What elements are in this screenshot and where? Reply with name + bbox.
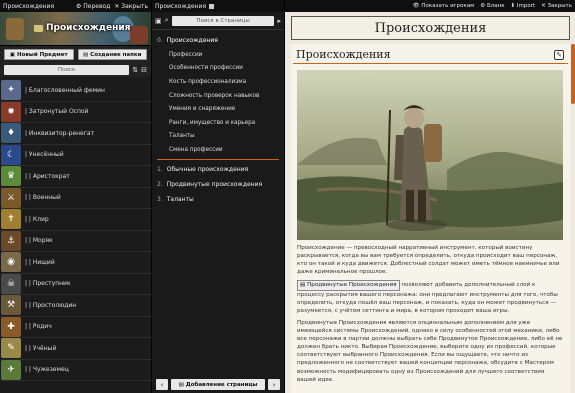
list-item[interactable]: ✹ | Затронутый Оспой bbox=[0, 101, 152, 123]
toc-subsection[interactable]: Кость профессионализма bbox=[157, 75, 279, 89]
toc-title: Происхождения bbox=[155, 2, 207, 10]
page-header: 👁 Показать игрокам ⚙ Бланк ⬇ Import ✕ За… bbox=[285, 0, 575, 12]
list-item[interactable]: ✈ | | Чужеземец bbox=[0, 359, 152, 381]
toc-header: Происхождения bbox=[152, 0, 284, 12]
banner-art bbox=[130, 26, 148, 44]
page-title[interactable]: Происхождения bbox=[291, 16, 570, 40]
list-item[interactable]: ♦ | Инквизитор-ренегат bbox=[0, 123, 152, 145]
illustration bbox=[297, 70, 563, 240]
close-button[interactable]: ✕ Закрыть bbox=[541, 3, 572, 9]
banner-title: Происхождения bbox=[34, 23, 130, 33]
list-item[interactable]: ☾ | Унесённый bbox=[0, 144, 152, 166]
item-thumbnail: ♦ bbox=[1, 123, 21, 144]
journal-page: 👁 Показать игрокам ⚙ Бланк ⬇ Import ✕ За… bbox=[285, 0, 575, 393]
toc-footer: ‹ ▤ Добавление страницы › bbox=[156, 379, 280, 390]
page-icon: ▤ bbox=[178, 381, 184, 388]
list-item[interactable]: ⚒ | | Простолюдин bbox=[0, 295, 152, 317]
paragraph: ▤ Продвинутые Происхождения позволяют до… bbox=[297, 280, 558, 314]
item-thumbnail: ♛ bbox=[1, 166, 21, 187]
app-root: Происхождения ⚙ Перевод ✕ Закрыть Происх… bbox=[0, 0, 575, 393]
journal-toc-panel: Происхождения ▣ ⌕ Поиск в Страницы ▸ 0. … bbox=[152, 0, 285, 393]
item-thumbnail: ✝ bbox=[1, 209, 21, 230]
sort-icon[interactable]: ⇅ bbox=[132, 66, 138, 74]
list-item[interactable]: ☠ | | Преступник bbox=[0, 273, 152, 295]
window-icon bbox=[209, 3, 215, 9]
toc-section[interactable]: 3. Таланты bbox=[157, 192, 279, 207]
sidebar-actions: ▣ Новый Предмет ▤ Создание папки bbox=[0, 46, 151, 63]
expand-icon[interactable]: ▸ bbox=[277, 17, 281, 25]
item-thumbnail: ✦ bbox=[1, 80, 21, 101]
list-item[interactable]: ✝ | | Клир bbox=[0, 209, 152, 231]
item-thumbnail: ⚔ bbox=[1, 187, 21, 208]
item-thumbnail: ☠ bbox=[1, 273, 21, 294]
toc-subsection[interactable]: Особенности профессии bbox=[157, 62, 279, 76]
toc-section[interactable]: 1. Обычные происхождения bbox=[157, 162, 279, 177]
sidebar-header: Происхождения ⚙ Перевод ✕ Закрыть bbox=[0, 0, 151, 12]
edit-icon[interactable]: ✎ bbox=[554, 49, 564, 60]
search-input[interactable]: Поиск bbox=[4, 65, 130, 75]
box-icon: ▣ bbox=[9, 51, 15, 58]
toc-subsection[interactable]: Профессии bbox=[157, 48, 279, 62]
paragraph: Происхождение — превосходный нарративный… bbox=[297, 245, 560, 276]
toc-section[interactable]: 2. Продвинутые происхождения bbox=[157, 177, 279, 192]
item-thumbnail: ✈ bbox=[1, 359, 21, 380]
collapse-icon[interactable]: ⊟ bbox=[141, 66, 147, 74]
page-search-input[interactable]: Поиск в Страницы bbox=[171, 15, 275, 26]
paragraph: Продвинутые Происхождения являются опцио… bbox=[297, 319, 563, 383]
new-item-button[interactable]: ▣ Новый Предмет bbox=[4, 49, 74, 60]
item-thumbnail: ⚒ bbox=[1, 295, 21, 316]
scrollbar[interactable] bbox=[571, 44, 575, 104]
divider bbox=[157, 158, 279, 160]
folder-icon: ▤ bbox=[82, 51, 89, 58]
add-page-button[interactable]: ▤ Добавление страницы bbox=[171, 379, 265, 390]
list-item[interactable]: ♛ | | Аристократ bbox=[0, 166, 152, 188]
banner-art bbox=[6, 18, 24, 40]
toc-subsection[interactable]: Таланты bbox=[157, 130, 279, 144]
item-thumbnail: ✎ bbox=[1, 338, 21, 359]
item-thumbnail: ✹ bbox=[1, 101, 21, 122]
toggle-sidebar-icon[interactable]: ▣ bbox=[155, 17, 162, 25]
toc-subsection[interactable]: Умения и снаряжение bbox=[157, 102, 279, 116]
show-players-button[interactable]: 👁 Показать игрокам bbox=[413, 3, 475, 9]
compendium-sidebar: Происхождения ⚙ Перевод ✕ Закрыть Происх… bbox=[0, 0, 152, 393]
list-item[interactable]: ✎ | | Учёный bbox=[0, 338, 152, 360]
list-item[interactable]: ⚔ | | Военный bbox=[0, 187, 152, 209]
close-button[interactable]: ✕ Закрыть bbox=[114, 3, 148, 10]
new-folder-button[interactable]: ▤ Создание папки bbox=[77, 49, 147, 60]
list-item[interactable]: ⚓ | | Моряк bbox=[0, 230, 152, 252]
item-thumbnail: ☾ bbox=[1, 144, 21, 165]
table-of-contents: 0. Происхождения Профессии Особенности п… bbox=[152, 30, 284, 210]
toc-subsection[interactable]: Сложность проверок навыков bbox=[157, 89, 279, 103]
item-list: ✦ | Благословенный фемин ✹ | Затронутый Ос… bbox=[0, 80, 152, 381]
compendium-banner: Происхождения bbox=[0, 12, 151, 46]
search-icon[interactable]: ⌕ bbox=[165, 16, 169, 25]
section-heading: Происхождения ✎ bbox=[293, 44, 568, 64]
sidebar-search: Поиск ⇅ ⊟ bbox=[0, 63, 151, 77]
sidebar-title: Происхождения bbox=[3, 2, 55, 10]
sheet-button[interactable]: ⚙ Бланк bbox=[480, 3, 504, 9]
translate-button[interactable]: ⚙ Перевод bbox=[76, 3, 110, 10]
toc-toolbar: ▣ ⌕ Поиск в Страницы ▸ bbox=[152, 12, 284, 30]
next-page-button[interactable]: › bbox=[268, 379, 280, 390]
advanced-origins-link[interactable]: ▤ Продвинутые Происхождения bbox=[297, 280, 400, 291]
folder-icon bbox=[34, 24, 43, 32]
import-button[interactable]: ⬇ Import bbox=[511, 3, 536, 9]
toc-section-active[interactable]: 0. Происхождения bbox=[157, 33, 279, 48]
item-thumbnail: ◉ bbox=[1, 252, 21, 273]
list-item[interactable]: ✦ | Благословенный фемин bbox=[0, 80, 152, 102]
toc-subsection[interactable]: Ранги, имущество и карьера bbox=[157, 116, 279, 130]
list-item[interactable]: ◉ | | Нищий bbox=[0, 252, 152, 274]
prev-page-button[interactable]: ‹ bbox=[156, 379, 168, 390]
list-item[interactable]: ✚ | | Родич bbox=[0, 316, 152, 338]
toc-subsection[interactable]: Смена профессии bbox=[157, 143, 279, 157]
item-thumbnail: ⚓ bbox=[1, 230, 21, 251]
page-content: Происхождения ✎ Происхождение — превосхо… bbox=[291, 44, 570, 393]
item-thumbnail: ✚ bbox=[1, 316, 21, 337]
